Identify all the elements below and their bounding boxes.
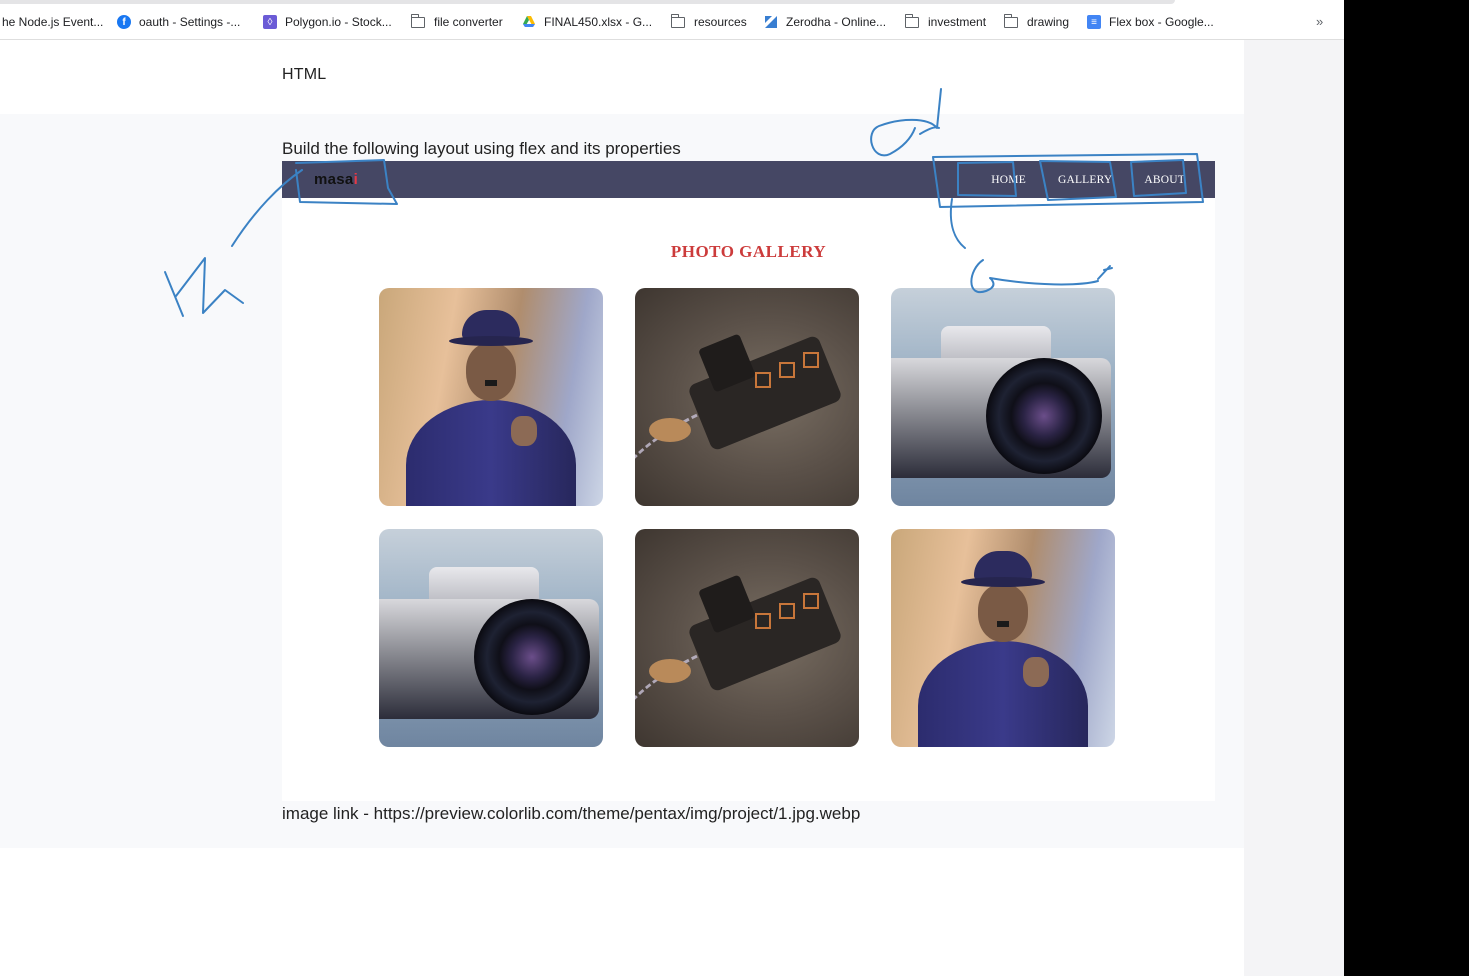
bookmark-flexbox-doc[interactable]: ≡ Flex box - Google...: [1087, 11, 1214, 33]
bookmark-label: file converter: [434, 15, 503, 29]
gallery-title: PHOTO GALLERY: [670, 242, 827, 261]
bookmark-label: drawing: [1027, 15, 1070, 29]
bookmark-final450[interactable]: FINAL450.xlsx - G...: [522, 11, 652, 33]
facebook-icon: f: [117, 15, 131, 29]
polygon-icon: ◊: [263, 15, 277, 29]
photo-train: [635, 288, 859, 506]
doc-heading: HTML: [282, 66, 327, 83]
bookmark-label: investment: [928, 15, 987, 29]
bookmark-label: Polygon.io - Stock...: [285, 15, 392, 29]
photo-figurine: [379, 288, 603, 506]
bookmarks-bar: he Node.js Event... f oauth - Settings -…: [0, 0, 1344, 40]
bookmark-drawing[interactable]: drawing: [1003, 11, 1070, 33]
photo-camera: [891, 288, 1115, 506]
folder-icon: [1003, 13, 1018, 28]
logo-text: masa: [314, 171, 354, 188]
bookmark-label: FINAL450.xlsx - G...: [544, 15, 653, 29]
folder-icon: [904, 13, 919, 28]
folder-icon: [670, 13, 685, 28]
image-link-text: image link - https://preview.colorlib.co…: [282, 804, 861, 823]
bookmark-label: he Node.js Event...: [2, 15, 104, 29]
bookmark-file-converter[interactable]: file converter: [410, 11, 503, 33]
example-nav-links: HOME GALLERY ABOUT: [959, 161, 1185, 198]
nav-gallery[interactable]: GALLERY: [1058, 174, 1112, 186]
example-navbar: masai HOME GALLERY ABOUT: [282, 161, 1215, 198]
example-logo: masai: [314, 171, 358, 188]
tab-strip-edge: [0, 0, 1175, 4]
photo-train: [635, 529, 859, 747]
bookmark-resources[interactable]: resources: [670, 11, 747, 33]
bookmark-label: oauth - Settings -...: [139, 15, 241, 29]
bookmark-polygon[interactable]: ◊ Polygon.io - Stock...: [263, 11, 392, 33]
nav-about[interactable]: ABOUT: [1144, 174, 1185, 186]
bookmark-label: Flex box - Google...: [1109, 15, 1214, 29]
bookmark-zerodha[interactable]: Zerodha - Online...: [764, 11, 886, 33]
layout-example: masai HOME GALLERY ABOUT PHOTO GALLERY: [282, 161, 1215, 801]
logo-dot: i: [353, 171, 359, 188]
bookmarks-overflow-button[interactable]: »: [1316, 14, 1323, 29]
photo-figurine: [891, 529, 1115, 747]
folder-icon: [410, 13, 425, 28]
bookmark-label: resources: [694, 15, 747, 29]
drive-icon: [523, 16, 535, 27]
bookmark-nodejs[interactable]: he Node.js Event...: [2, 11, 103, 33]
photo-camera: [379, 529, 603, 747]
nav-home[interactable]: HOME: [991, 174, 1026, 186]
task-description: Build the following layout using flex an…: [282, 139, 681, 158]
bookmark-oauth[interactable]: f oauth - Settings -...: [117, 11, 240, 33]
zerodha-icon: [765, 16, 777, 28]
docs-icon: ≡: [1087, 15, 1101, 29]
bookmark-label: Zerodha - Online...: [786, 15, 887, 29]
scroll-gutter[interactable]: [1244, 40, 1344, 976]
bookmark-investment[interactable]: investment: [904, 11, 987, 33]
